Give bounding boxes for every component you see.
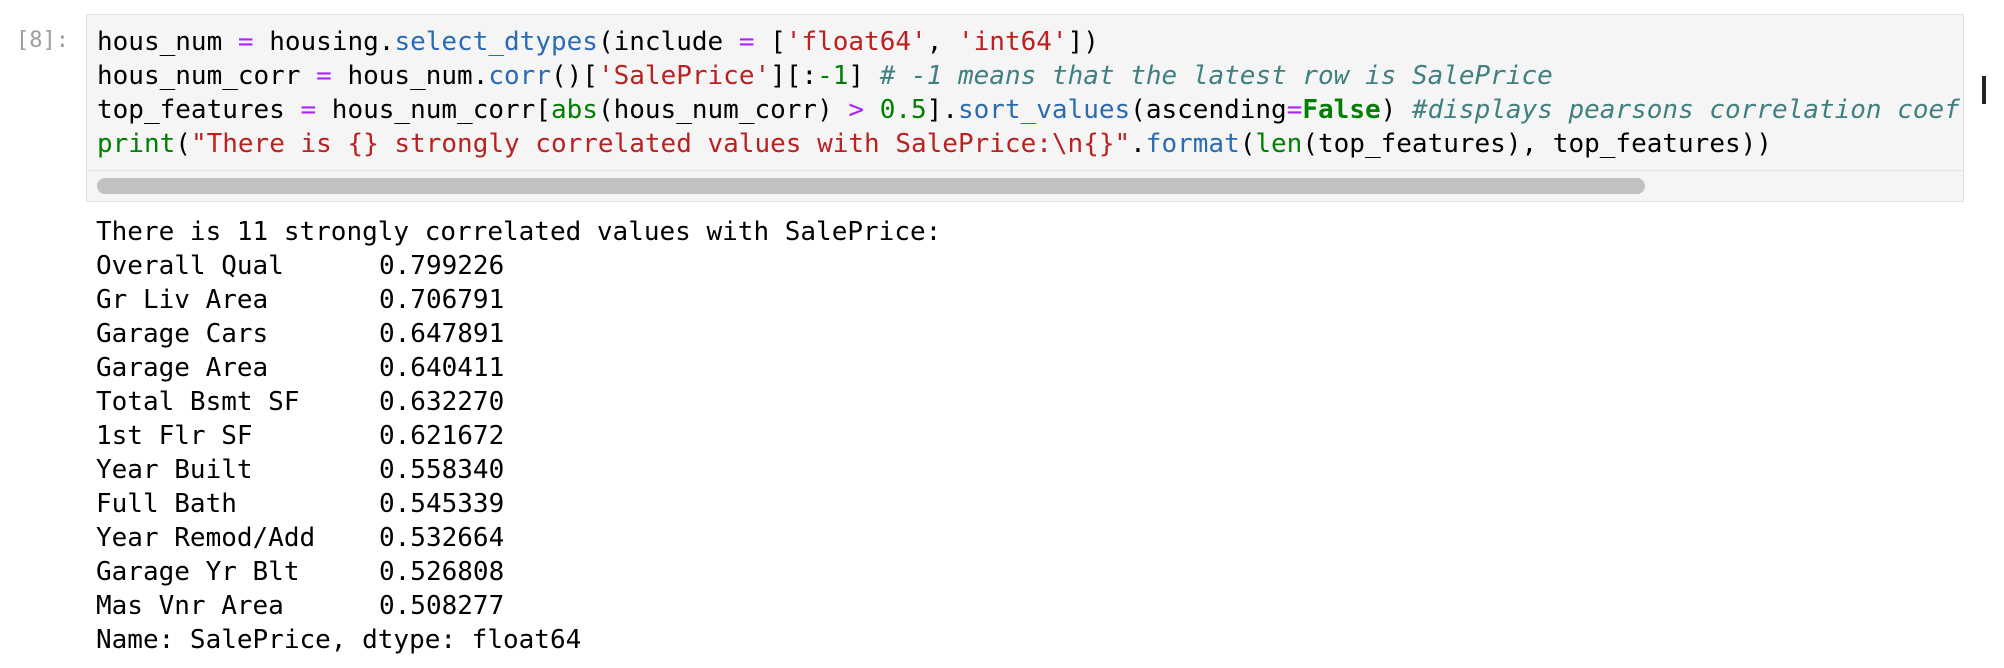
code-token: len [1255, 129, 1303, 159]
output-row: Garage Yr Blt 0.526808 [96, 557, 504, 587]
correlation-value: 0.545339 [379, 489, 505, 519]
feature-name: Overall Qual [96, 251, 284, 281]
code-token: ( [1239, 129, 1256, 159]
code-token: = [316, 61, 332, 91]
code-token: = [300, 95, 317, 125]
code-token: (include [597, 27, 739, 57]
feature-name: Year Remod/Add [96, 523, 316, 553]
feature-name: Gr Liv Area [96, 285, 269, 315]
correlation-value: 0.621672 [379, 421, 505, 451]
execution-count-prompt: [8]: [16, 28, 69, 53]
output-row: Garage Area 0.640411 [96, 353, 504, 383]
code-token: hous_num_corr [97, 61, 317, 91]
code-token: corr [488, 61, 551, 91]
code-token: "There is {} strongly correlated values … [190, 129, 1131, 159]
code-token: #displays pearsons correlation coef [1411, 95, 1960, 125]
code-token: 0.5 [879, 95, 927, 125]
output-row: Garage Cars 0.647891 [96, 319, 504, 349]
code-token: [ [754, 27, 786, 57]
feature-name: Garage Area [96, 353, 269, 383]
code-token: top_features [97, 95, 301, 125]
code-token: = [1286, 95, 1303, 125]
code-token: 'SalePrice' [597, 61, 771, 91]
correlation-value: 0.799226 [379, 251, 505, 281]
scrollbar-thumb[interactable] [97, 178, 1645, 194]
correlation-value: 0.558340 [379, 455, 505, 485]
cell-output: There is 11 strongly correlated values w… [96, 215, 941, 657]
feature-name: Year Built [96, 455, 253, 485]
text-cursor [1982, 76, 1986, 104]
output-row: 1st Flr SF 0.621672 [96, 421, 504, 451]
code-line: top_features = hous_num_corr[abs(hous_nu… [97, 95, 1960, 125]
code-token: (hous_num_corr) [597, 95, 849, 125]
code-token: (top_features), top_features)) [1302, 129, 1772, 159]
code-token: ) [1380, 95, 1412, 125]
code-token: ]) [1067, 27, 1099, 57]
correlation-value: 0.526808 [379, 557, 505, 587]
code-token: housing. [253, 27, 395, 57]
code-token: ]. [926, 95, 958, 125]
code-editor[interactable]: hous_num = housing.select_dtypes(include… [97, 25, 1960, 161]
code-token: 'int64' [958, 27, 1068, 57]
feature-name: Full Bath [96, 489, 237, 519]
output-row: Gr Liv Area 0.706791 [96, 285, 504, 315]
code-token: ( [175, 129, 191, 159]
correlation-value: 0.508277 [379, 591, 505, 621]
code-token: hous_num. [331, 61, 489, 91]
correlation-value: 0.706791 [379, 285, 505, 315]
output-row: Year Built 0.558340 [96, 455, 504, 485]
code-token: hous_num_corr[ [316, 95, 551, 125]
correlation-value: 0.532664 [379, 523, 505, 553]
output-header: There is 11 strongly correlated values w… [96, 217, 942, 247]
code-token: ()[ [550, 61, 598, 91]
code-token: abs [550, 95, 598, 125]
feature-name: Mas Vnr Area [96, 591, 284, 621]
correlation-value: 0.647891 [379, 319, 505, 349]
feature-name: Garage Cars [96, 319, 269, 349]
code-token: (ascending [1130, 95, 1287, 125]
code-line: print("There is {} strongly correlated v… [97, 129, 1772, 159]
feature-name: Total Bsmt SF [96, 387, 300, 417]
code-token: -1 [817, 61, 849, 91]
horizontal-scrollbar[interactable] [87, 170, 1963, 201]
output-row: Total Bsmt SF 0.632270 [96, 387, 504, 417]
code-line: hous_num_corr = hous_num.corr()['SalePri… [97, 61, 1553, 91]
code-token: = [738, 27, 755, 57]
output-row: Year Remod/Add 0.532664 [96, 523, 504, 553]
code-token: 'float64' [785, 27, 927, 57]
code-token: > [848, 95, 865, 125]
code-token: , [926, 27, 958, 57]
output-row: Mas Vnr Area 0.508277 [96, 591, 504, 621]
code-token: print [97, 129, 176, 159]
feature-name: 1st Flr SF [96, 421, 253, 451]
code-token: # -1 means that the latest row is SalePr… [879, 61, 1553, 91]
output-footer: Name: SalePrice, dtype: float64 [96, 625, 582, 655]
code-token: format [1145, 129, 1240, 159]
code-token: ] [848, 61, 880, 91]
correlation-value: 0.640411 [379, 353, 505, 383]
feature-name: Garage Yr Blt [96, 557, 300, 587]
output-row: Full Bath 0.545339 [96, 489, 504, 519]
code-token: hous_num [97, 27, 238, 57]
correlation-value: 0.632270 [379, 387, 505, 417]
code-token: ][: [770, 61, 818, 91]
code-token: select_dtypes [394, 27, 598, 57]
code-token: False [1302, 95, 1381, 125]
code-cell-input[interactable]: hous_num = housing.select_dtypes(include… [86, 14, 1964, 202]
code-line: hous_num = housing.select_dtypes(include… [97, 27, 1099, 57]
output-row: Overall Qual 0.799226 [96, 251, 504, 281]
code-token: . [1130, 129, 1146, 159]
output-rows: Overall Qual 0.799226 Gr Liv Area 0.706791… [96, 251, 504, 621]
code-token: sort_values [957, 95, 1131, 125]
code-token: = [237, 27, 254, 57]
